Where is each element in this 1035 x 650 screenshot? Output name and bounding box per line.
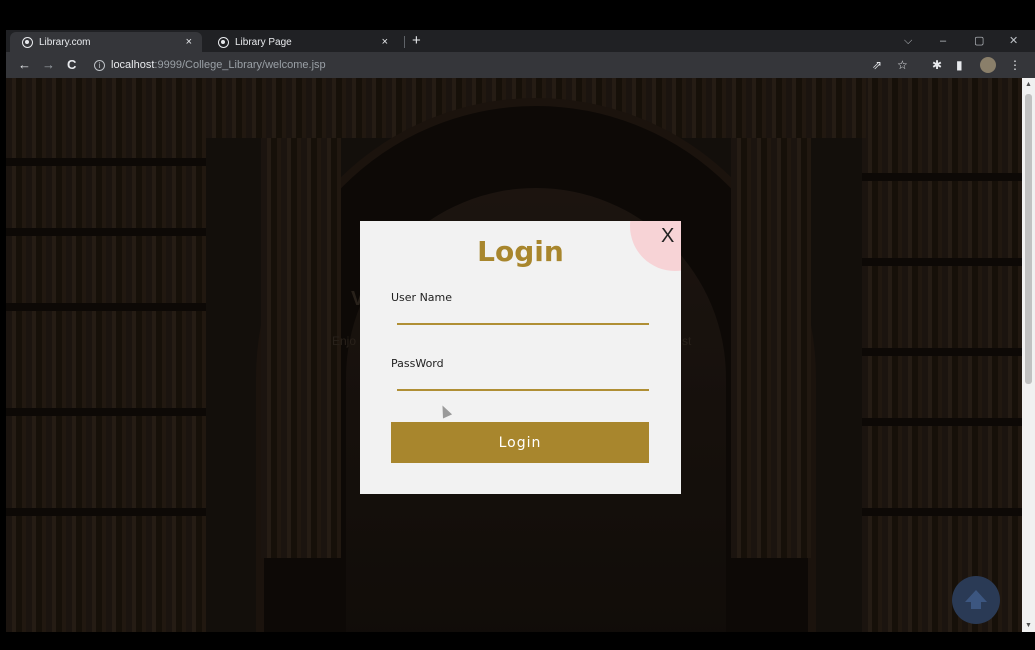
browser-window: Library.com × Library Page × + ⌵ – ▢ ✕ ←… xyxy=(6,30,1035,632)
page-viewport: V Enjo st X Login User Name PassWord Log… xyxy=(6,78,1022,632)
info-icon[interactable]: i xyxy=(94,59,105,71)
mouse-cursor xyxy=(437,403,453,419)
tab-title: Library Page xyxy=(235,36,292,48)
scroll-up-arrow-icon[interactable]: ▲ xyxy=(1022,78,1035,91)
globe-icon xyxy=(218,36,229,48)
extensions-icon[interactable]: ✱ xyxy=(932,57,942,73)
forward-button[interactable]: → xyxy=(42,56,55,74)
password-field[interactable] xyxy=(397,371,649,391)
username-label: User Name xyxy=(391,291,453,304)
scroll-thumb[interactable] xyxy=(1025,94,1032,384)
browser-menu-icon[interactable]: ⋮ xyxy=(1009,57,1021,73)
address-bar[interactable]: i localhost :9999/College_Library/welcom… xyxy=(94,55,874,75)
login-modal: X Login User Name PassWord Login xyxy=(360,221,681,494)
login-button[interactable]: Login xyxy=(391,422,649,463)
bookmark-star-icon[interactable]: ☆ xyxy=(897,57,908,73)
tab-strip: Library.com × Library Page × + ⌵ – ▢ ✕ xyxy=(6,30,1035,52)
minimize-button[interactable]: – xyxy=(940,32,946,50)
tab-library-page[interactable]: Library Page × xyxy=(206,32,398,52)
tab-library-com[interactable]: Library.com × xyxy=(10,32,202,52)
reload-button[interactable]: C xyxy=(67,56,76,74)
restore-button[interactable]: ▢ xyxy=(974,32,984,50)
tab-search-icon[interactable]: ⌵ xyxy=(904,32,912,50)
tab-title: Library.com xyxy=(39,36,91,48)
back-button[interactable]: ← xyxy=(18,56,31,74)
new-tab-button[interactable]: + xyxy=(412,32,421,50)
username-field[interactable] xyxy=(397,305,649,325)
browser-toolbar: ← → C i localhost :9999/College_Library/… xyxy=(6,52,1035,78)
modal-title: Login xyxy=(477,235,564,268)
profile-avatar[interactable] xyxy=(980,57,996,73)
share-icon[interactable]: ⇗ xyxy=(872,57,882,73)
tab-close-icon[interactable]: × xyxy=(186,36,192,48)
scroll-down-arrow-icon[interactable]: ▼ xyxy=(1022,619,1035,632)
side-panel-icon[interactable]: ▮ xyxy=(956,57,963,73)
page-scrollbar[interactable]: ▲ ▼ xyxy=(1022,78,1035,632)
tab-separator xyxy=(404,36,405,48)
url-path: :9999/College_Library/welcome.jsp xyxy=(154,59,326,71)
url-host: localhost xyxy=(111,59,155,71)
globe-icon xyxy=(22,36,33,48)
scroll-to-top-button[interactable] xyxy=(952,576,1000,624)
password-label: PassWord xyxy=(391,357,444,370)
tab-close-icon[interactable]: × xyxy=(382,36,388,48)
close-window-button[interactable]: ✕ xyxy=(1009,32,1018,50)
arrow-up-stem xyxy=(971,599,981,609)
